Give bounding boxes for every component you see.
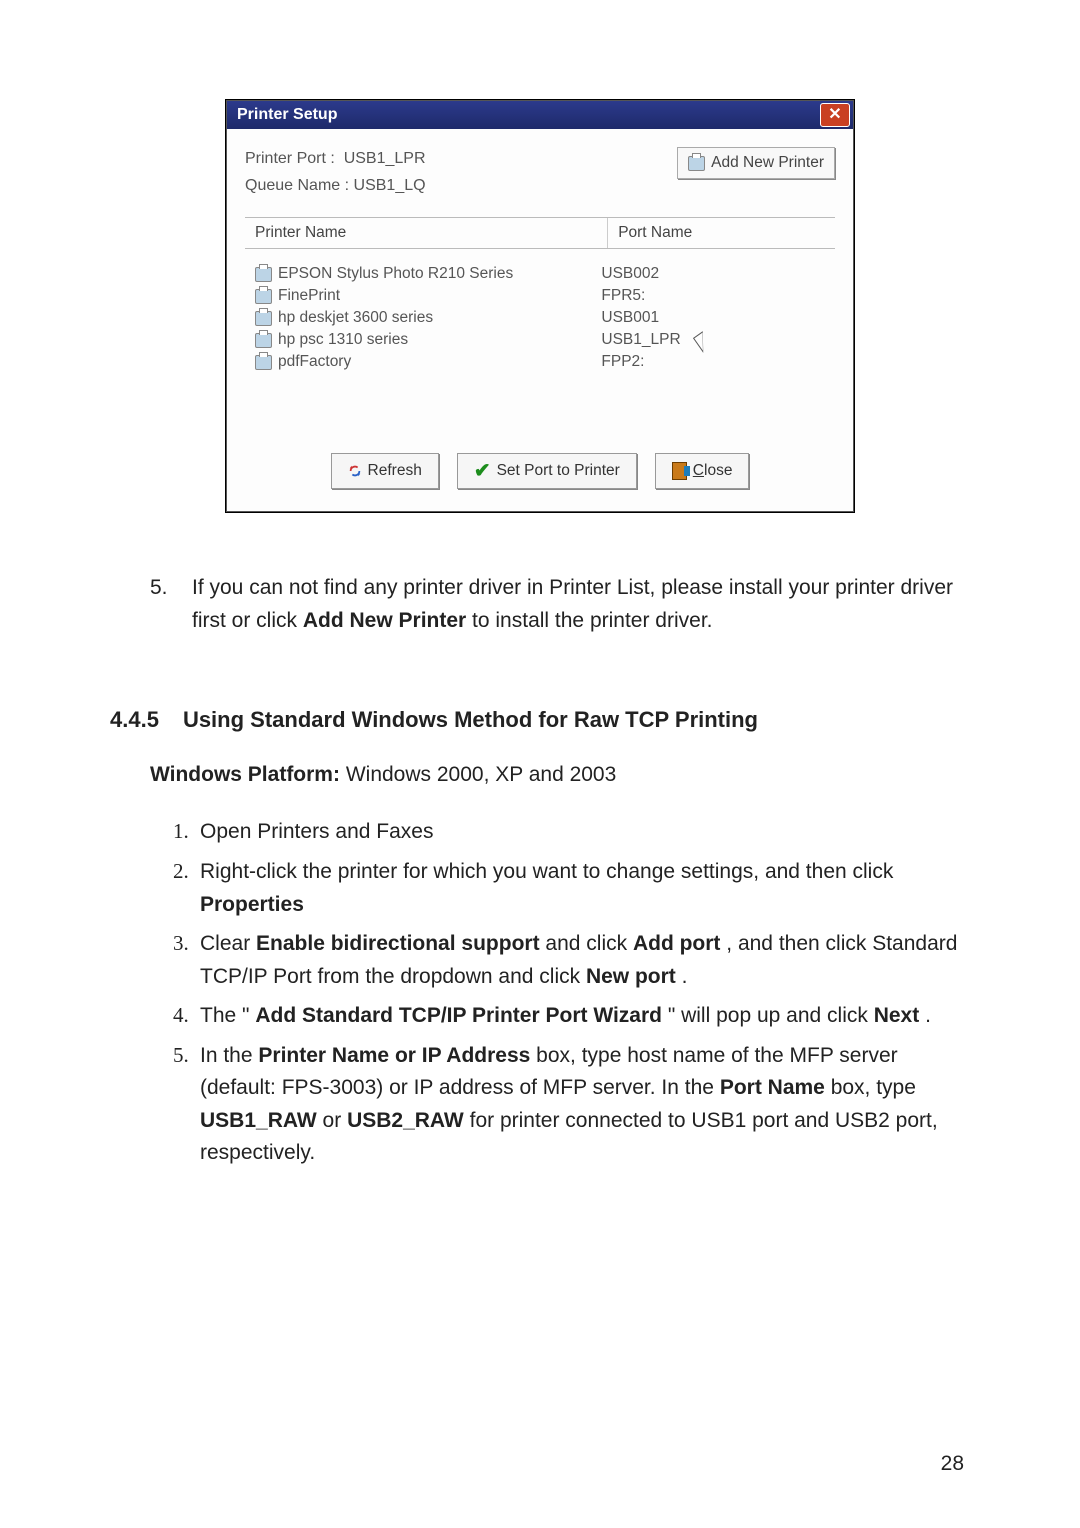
col-header-printer-name[interactable]: Printer Name	[245, 218, 608, 248]
printer-name-cell: FinePrint	[278, 287, 340, 305]
col-header-port-name[interactable]: Port Name	[608, 218, 876, 248]
section-number: 4.4.5	[110, 707, 159, 733]
page-number: 28	[941, 1452, 964, 1476]
table-row[interactable]: FinePrint FPR5:	[245, 285, 835, 307]
port-info: Printer Port : USB1_LPR Queue Name : USB…	[245, 145, 426, 199]
step-item: In the Printer Name or IP Address box, t…	[194, 1039, 970, 1170]
platform-value: Windows 2000, XP and 2003	[346, 763, 616, 786]
cursor-icon	[693, 332, 713, 354]
door-icon	[672, 462, 687, 480]
printer-setup-dialog: Printer Setup ✕ Printer Port : USB1_LPR …	[226, 100, 854, 512]
step-item: Clear Enable bidirectional support and c…	[194, 927, 970, 993]
close-label: Close	[693, 462, 733, 480]
refresh-icon	[348, 464, 362, 478]
add-new-printer-label: Add New Printer	[711, 154, 824, 172]
section-heading: 4.4.5 Using Standard Windows Method for …	[110, 707, 970, 733]
table-header: Printer Name Port Name	[245, 218, 835, 249]
port-name-cell: USB001	[601, 309, 659, 327]
refresh-button[interactable]: Refresh	[331, 453, 439, 489]
printer-icon	[255, 311, 272, 326]
printer-name-cell: hp psc 1310 series	[278, 331, 408, 349]
printer-name-cell: pdfFactory	[278, 353, 351, 371]
step-item: Right-click the printer for which you wa…	[194, 855, 970, 921]
dialog-titlebar[interactable]: Printer Setup ✕	[227, 101, 853, 129]
step-5-paragraph: 5. If you can not find any printer drive…	[150, 572, 970, 637]
printer-icon	[255, 289, 272, 304]
add-new-printer-button[interactable]: Add New Printer	[677, 147, 835, 179]
close-icon[interactable]: ✕	[820, 103, 850, 127]
printer-port-label: Printer Port :	[245, 150, 335, 167]
dialog-title: Printer Setup	[237, 106, 337, 124]
printer-icon	[255, 267, 272, 282]
set-port-label: Set Port to Printer	[497, 462, 620, 480]
port-name-cell: USB002	[601, 265, 659, 283]
printer-icon	[255, 333, 272, 348]
check-icon: ✔	[474, 461, 491, 481]
table-row[interactable]: hp deskjet 3600 series USB001	[245, 307, 835, 329]
port-name-cell: FPP2:	[601, 353, 644, 371]
printer-table: Printer Name Port Name EPSON Stylus Phot…	[245, 217, 835, 433]
section-title: Using Standard Windows Method for Raw TC…	[183, 707, 758, 733]
printer-port-value: USB1_LPR	[344, 150, 426, 167]
refresh-label: Refresh	[368, 462, 422, 480]
step-number: 5.	[150, 572, 178, 637]
table-row[interactable]: pdfFactory FPP2:	[245, 351, 835, 373]
step-item: The " Add Standard TCP/IP Printer Port W…	[194, 999, 970, 1033]
close-button[interactable]: Close	[655, 453, 750, 489]
printer-name-cell: EPSON Stylus Photo R210 Series	[278, 265, 513, 283]
queue-name-value: USB1_LQ	[354, 177, 426, 194]
step-item: Open Printers and Faxes	[194, 815, 970, 849]
platform-label: Windows Platform:	[150, 763, 340, 786]
bold-add-new-printer: Add New Printer	[303, 609, 466, 632]
printer-icon	[255, 355, 272, 370]
set-port-button[interactable]: ✔ Set Port to Printer	[457, 453, 637, 489]
port-name-cell: FPR5:	[601, 287, 645, 305]
queue-name-label: Queue Name :	[245, 177, 349, 194]
printer-icon	[688, 156, 705, 171]
printer-name-cell: hp deskjet 3600 series	[278, 309, 433, 327]
table-row[interactable]: hp psc 1310 series USB1_LPR	[245, 329, 835, 351]
port-name-cell: USB1_LPR	[601, 331, 680, 349]
steps-list: Open Printers and Faxes Right-click the …	[150, 815, 970, 1169]
table-row[interactable]: EPSON Stylus Photo R210 Series USB002	[245, 263, 835, 285]
platform-line: Windows Platform: Windows 2000, XP and 2…	[150, 763, 970, 787]
